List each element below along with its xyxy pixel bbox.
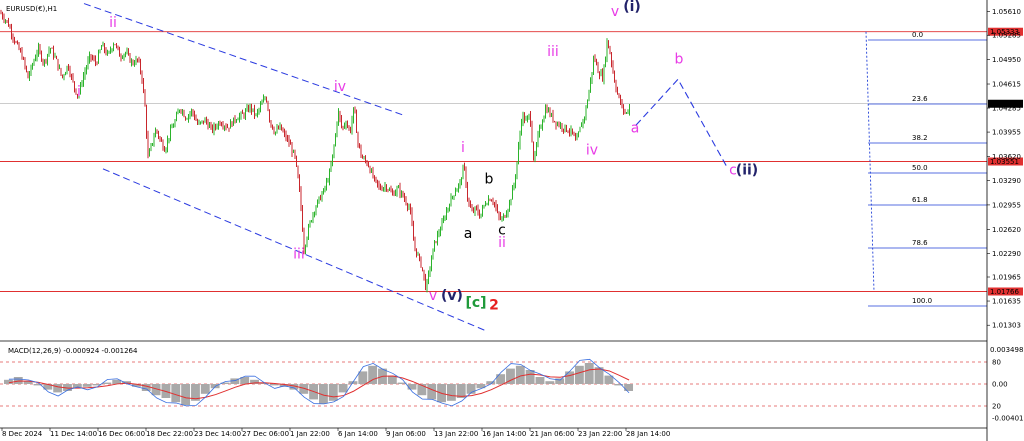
macd-histogram-bar — [624, 384, 634, 391]
wave-label: ii — [109, 15, 117, 31]
fib-level-label: 50.0 — [912, 164, 928, 172]
wave-label: b — [675, 51, 684, 67]
time-tick-label: 18 Dec 22:00 — [146, 430, 193, 438]
macd-histogram-bar — [565, 371, 574, 384]
wave-label: b — [485, 171, 494, 187]
symbol-label: EURUSD(€),H1 — [6, 5, 57, 13]
wave-label: (v) — [441, 288, 463, 304]
price-tick-label: 1.04285 — [992, 105, 1021, 113]
price-tick-label: 1.04615 — [992, 81, 1021, 89]
macd-histogram-bar — [496, 374, 506, 384]
wave-label: ii — [498, 235, 506, 251]
macd-histogram-bar — [200, 384, 210, 394]
wave-label: i — [461, 140, 465, 156]
macd-histogram-bar — [446, 384, 456, 401]
fib-level-label: 0.0 — [912, 31, 923, 39]
price-tick-label: 1.02290 — [992, 250, 1021, 258]
wave-label: 2 — [489, 297, 499, 313]
macd-histogram-bar — [171, 384, 181, 403]
macd-label: MACD(12,26,9) -0.000924 -0.001264 — [8, 347, 138, 355]
time-tick-label: 1 Jan 22:00 — [290, 430, 330, 438]
time-tick-label: 16 Jan 14:00 — [482, 430, 526, 438]
price-tick-label: 1.05610 — [992, 8, 1021, 16]
time-tick-label: 9 Jan 06:00 — [386, 430, 426, 438]
price-tick-label: 1.01965 — [992, 274, 1021, 282]
price-tick-label: 1.03955 — [992, 129, 1021, 137]
time-tick-label: 8 Dec 2024 — [2, 430, 43, 438]
fib-level-label: 38.2 — [912, 134, 928, 142]
macd-histogram-bar — [574, 365, 584, 384]
macd-histogram-bar — [545, 381, 555, 384]
candlestick-chart: 1.053331.035511.017661.04344 0.023.638.2… — [0, 0, 1024, 441]
time-tick-label: 28 Jan 14:00 — [626, 430, 670, 438]
fib-level-label: 61.8 — [912, 196, 928, 204]
time-tick-label: 27 Dec 06:00 — [242, 430, 289, 438]
level-price-text: 1.01766 — [990, 288, 1019, 296]
wave-label: iv — [586, 142, 598, 158]
time-tick-label: 6 Jan 14:00 — [338, 430, 378, 438]
macd-histogram-bar — [584, 363, 594, 384]
macd-scale-label: -0.00401 — [992, 415, 1023, 423]
macd-scale-label: 20 — [992, 403, 1001, 411]
price-tick-label: 1.05285 — [992, 32, 1021, 40]
macd-histogram-bar — [407, 384, 417, 390]
time-tick-label: 13 Jan 22:00 — [434, 430, 478, 438]
macd-histogram-bar — [525, 370, 535, 384]
time-tick-label: 23 Jan 22:00 — [578, 430, 622, 438]
price-tick-label: 1.03290 — [992, 177, 1021, 185]
macd-scale-label: 0.00 — [992, 381, 1008, 389]
macd-scale-label: 80 — [992, 359, 1001, 367]
macd-histogram-bar — [53, 384, 63, 393]
macd-histogram-bar — [13, 377, 23, 384]
price-tick-label: 1.01635 — [992, 298, 1021, 306]
wave-label: [c] — [465, 295, 486, 311]
price-tick-label: 1.01303 — [992, 322, 1021, 330]
wave-label: (i) — [623, 0, 641, 15]
macd-histogram-bar — [102, 382, 112, 384]
wave-label: iv — [334, 79, 346, 95]
wave-label: iii — [293, 246, 305, 262]
wave-label: i — [77, 84, 81, 100]
macd-histogram-bar — [181, 384, 191, 405]
macd-histogram-bar — [535, 377, 545, 384]
wave-label: iii — [547, 44, 559, 60]
wave-label: v — [611, 4, 619, 20]
wave-label: (ii) — [736, 163, 758, 179]
macd-histogram-bar — [338, 384, 348, 393]
price-tick-label: 1.02620 — [992, 226, 1021, 234]
wave-label: a — [631, 120, 640, 136]
wave-label: a — [464, 226, 473, 242]
macd-histogram-bar — [328, 384, 338, 401]
price-tick-label: 1.04950 — [992, 56, 1021, 64]
fib-level-label: 78.6 — [912, 239, 928, 247]
time-tick-label: 21 Jan 06:00 — [530, 430, 574, 438]
chart-stage: 1.05333 1.03551 1.01766 1.04344 0.0 23.6 38.2… — [0, 0, 1024, 441]
price-tick-label: 1.02955 — [992, 201, 1021, 209]
wave-label: v — [429, 288, 437, 304]
macd-histogram-bar — [427, 384, 437, 400]
fib-level-label: 23.6 — [912, 95, 928, 103]
price-tick-label: 1.03620 — [992, 153, 1021, 161]
macd-histogram-bar — [82, 384, 92, 387]
time-tick-label: 23 Dec 14:00 — [194, 430, 241, 438]
macd-top-value: 0.003498 — [990, 346, 1023, 354]
macd-histogram-bar — [486, 381, 496, 384]
fib-level-label: 100.0 — [912, 297, 932, 305]
macd-histogram-bar — [358, 371, 368, 384]
time-tick-label: 11 Dec 14:00 — [50, 430, 97, 438]
time-tick-label: 16 Dec 06:00 — [98, 430, 145, 438]
